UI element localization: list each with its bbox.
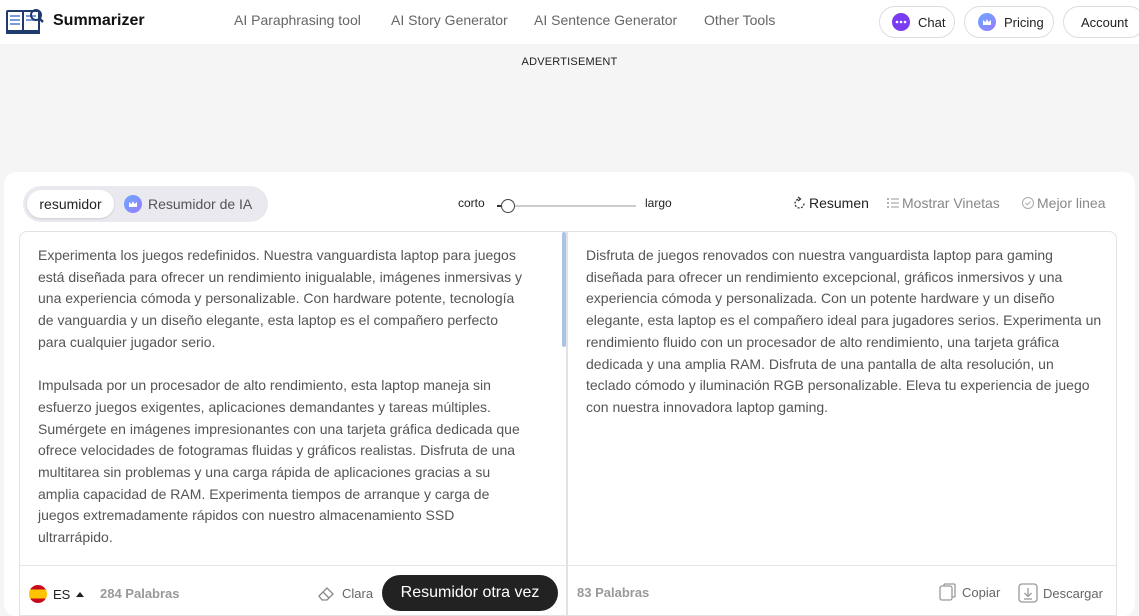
clear-button[interactable]: Clara bbox=[316, 584, 373, 602]
input-textarea[interactable]: Experimenta los juegos redefinidos. Nues… bbox=[38, 245, 528, 549]
length-long-label: largo bbox=[645, 196, 672, 210]
mode-ai-summarizer-tab[interactable]: Resumidor de IA bbox=[124, 195, 252, 213]
chat-icon bbox=[892, 13, 910, 31]
nav-story-generator[interactable]: AI Story Generator bbox=[391, 12, 508, 28]
summary-option[interactable]: Resumen bbox=[792, 195, 869, 211]
brand-name[interactable]: Summarizer bbox=[53, 12, 145, 30]
spain-flag-icon bbox=[29, 585, 47, 603]
best-line-option-label: Mejor linea bbox=[1037, 195, 1106, 211]
mode-summarizer-tab[interactable]: resumidor bbox=[27, 190, 114, 218]
advertisement-label: ADVERTISEMENT bbox=[521, 56, 618, 68]
clear-label: Clara bbox=[342, 585, 374, 601]
language-selector[interactable]: ES bbox=[29, 585, 86, 603]
language-label: ES bbox=[53, 586, 71, 602]
length-slider-track[interactable] bbox=[497, 205, 636, 207]
caret-up-icon bbox=[76, 592, 85, 597]
logo-icon[interactable] bbox=[6, 7, 44, 35]
output-word-count: 83 Palabras bbox=[577, 585, 650, 600]
input-footer-divider bbox=[20, 565, 566, 566]
input-paragraph: Impulsada por un procesador de alto rend… bbox=[38, 377, 520, 546]
crown-icon bbox=[978, 13, 996, 31]
bullets-option[interactable]: Mostrar Vinetas bbox=[886, 195, 1000, 211]
length-short-label: corto bbox=[458, 196, 485, 210]
account-button[interactable]: Account bbox=[1063, 6, 1139, 38]
output-paragraph: Disfruta de juegos renovados con nuestra… bbox=[586, 247, 1102, 415]
chat-label: Chat bbox=[918, 14, 946, 30]
refresh-icon bbox=[794, 195, 805, 209]
nav-paraphrasing-tool[interactable]: AI Paraphrasing tool bbox=[234, 12, 361, 28]
download-icon bbox=[1018, 583, 1038, 603]
eraser-icon bbox=[318, 587, 334, 601]
best-line-option[interactable]: Mejor linea bbox=[1021, 195, 1105, 211]
nav-other-tools[interactable]: Other Tools bbox=[704, 12, 775, 28]
nav-sentence-generator[interactable]: AI Sentence Generator bbox=[534, 12, 677, 28]
check-circle-icon bbox=[1022, 197, 1034, 209]
download-label: Descargar bbox=[1043, 585, 1103, 601]
input-word-count: 284 Palabras bbox=[100, 586, 180, 601]
copy-icon bbox=[939, 583, 956, 601]
copy-label: Copiar bbox=[962, 584, 1001, 600]
bullets-option-label: Mostrar Vinetas bbox=[902, 195, 1000, 211]
input-paragraph: Experimenta los juegos redefinidos. Nues… bbox=[38, 247, 523, 350]
output-footer-divider bbox=[568, 565, 1116, 566]
pricing-label: Pricing bbox=[1004, 14, 1044, 30]
copy-button[interactable]: Copiar bbox=[938, 582, 1000, 602]
summary-option-label: Resumen bbox=[809, 195, 869, 211]
pricing-button[interactable]: Pricing bbox=[964, 6, 1054, 38]
input-scrollbar[interactable] bbox=[562, 232, 566, 347]
chat-button[interactable]: Chat bbox=[879, 6, 955, 38]
length-slider-thumb[interactable] bbox=[500, 199, 515, 213]
output-text: Disfruta de juegos renovados con nuestra… bbox=[586, 245, 1102, 419]
mode-ai-label: Resumidor de IA bbox=[148, 196, 253, 212]
download-button[interactable]: Descargar bbox=[1017, 582, 1103, 604]
list-icon bbox=[887, 198, 899, 208]
crown-icon bbox=[124, 195, 142, 213]
resummarize-button[interactable]: Resumidor otra vez bbox=[382, 575, 558, 611]
account-label: Account bbox=[1081, 14, 1128, 30]
